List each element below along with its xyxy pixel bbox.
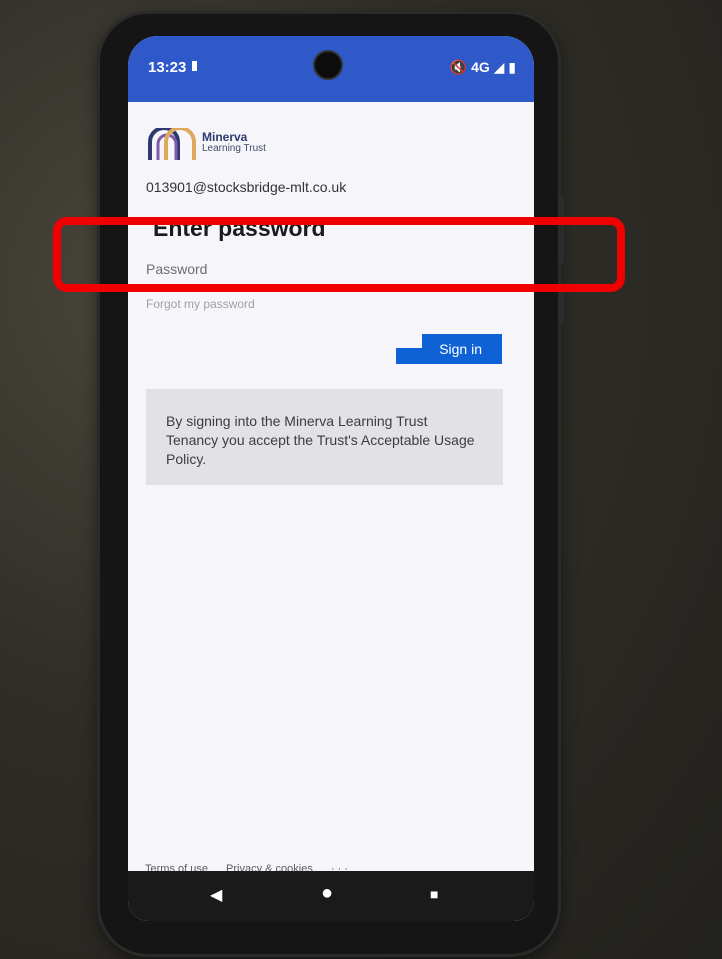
- org-name: Minerva Learning Trust: [202, 131, 266, 155]
- system-nav-bar: ◀ ● ■: [128, 871, 534, 921]
- status-indicators: 🔇 4G ◢ ▮: [449, 59, 516, 75]
- highlight-box: [53, 217, 625, 292]
- status-time: 13:23: [148, 59, 187, 76]
- usage-policy-notice: By signing into the Minerva Learning Tru…: [146, 389, 503, 485]
- back-icon[interactable]: ◀: [210, 885, 222, 905]
- org-title: Minerva: [202, 130, 248, 144]
- account-email[interactable]: 013901@stocksbridge-mlt.co.uk: [146, 179, 346, 195]
- redaction-mask: [378, 332, 422, 348]
- org-logo: Minerva Learning Trust: [148, 126, 288, 162]
- camera-icon: [313, 50, 343, 80]
- arches-logo-icon: [148, 126, 196, 160]
- forgot-password-link[interactable]: Forgot my password: [146, 297, 255, 311]
- recents-icon[interactable]: ■: [430, 886, 438, 902]
- notification-icon: [192, 61, 197, 71]
- org-subtitle: Learning Trust: [202, 143, 266, 154]
- sign-in-label: Sign in: [439, 341, 482, 357]
- phone-screen: 13:23 🔇 4G ◢ ▮ Minerva Learning Trust 01…: [128, 36, 534, 921]
- status-bar: 13:23 🔇 4G ◢ ▮: [128, 36, 534, 102]
- home-icon[interactable]: ●: [321, 882, 333, 905]
- phone-device: 13:23 🔇 4G ◢ ▮ Minerva Learning Trust 01…: [100, 14, 564, 954]
